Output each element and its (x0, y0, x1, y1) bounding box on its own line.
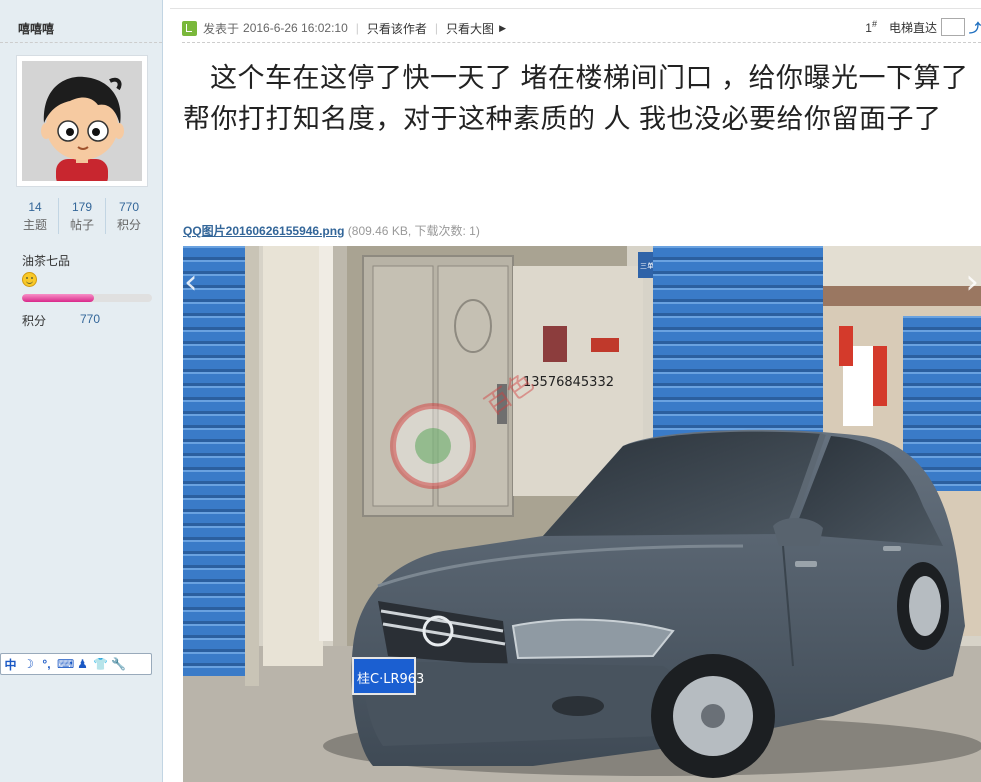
avatar[interactable] (16, 55, 148, 187)
user-stats: 14 主题 179 帖子 770 积分 (12, 198, 152, 234)
post-meta-bar: 发表于 2016-6-26 16:02:10 | 只看该作者 | 只看大图 ▶ (182, 18, 506, 38)
separator: | (355, 21, 359, 35)
floor-number[interactable]: 1# (865, 19, 877, 35)
parked-car-photo: 13576845332 三单元 百色 桂C·LR963 (183, 246, 981, 782)
view-large-link[interactable]: 只看大图 (446, 20, 494, 37)
floor-input[interactable] (940, 18, 965, 36)
license-plate: 桂C·LR963 (357, 672, 424, 687)
shirt-icon[interactable]: 👕 (93, 657, 108, 671)
rank-progress-bar (22, 294, 152, 302)
stat-credits-label: 积分 (116, 218, 141, 232)
credit-label: 积分 (22, 314, 47, 328)
rank-progress-fill (22, 294, 94, 302)
go-arrow-icon[interactable]: ⤴ (969, 19, 981, 36)
post-main: 发表于 2016-6-26 16:02:10 | 只看该作者 | 只看大图 ▶ … (170, 0, 981, 782)
attachment-link[interactable]: QQ图片20160626155946.png (183, 224, 344, 238)
user-rank[interactable]: 油茶七品 (22, 252, 70, 269)
cartoon-avatar-icon (22, 61, 142, 181)
wrench-icon[interactable]: 🔧 (111, 657, 126, 671)
stat-posts-value[interactable]: 179 (59, 198, 105, 216)
punctuation-icon[interactable]: °, (39, 657, 54, 671)
username[interactable]: 嘻嘻嘻 (18, 20, 54, 37)
moon-icon[interactable]: ☽ (21, 657, 36, 671)
post-photo[interactable]: 13576845332 三单元 百色 桂C·LR963 (183, 246, 981, 782)
floor-number-value: 1 (865, 21, 872, 35)
author-only-link[interactable]: 只看该作者 (367, 20, 427, 37)
attachment-meta: (809.46 KB, 下载次数: 1) (347, 224, 480, 238)
posted-prefix: 发表于 (203, 21, 240, 36)
credit-value: 770 (80, 312, 101, 326)
keyboard-icon[interactable]: ⌨ (57, 657, 74, 671)
smiley-icon (22, 272, 37, 287)
prev-image-icon[interactable]: ‹ (184, 262, 198, 302)
divider (0, 42, 162, 43)
attachment-info: QQ图片20160626155946.png (809.46 KB, 下载次数:… (183, 222, 480, 239)
user-icon[interactable]: ♟ (75, 657, 90, 671)
user-info-panel: 嘻嘻嘻 14 主题 179 帖子 770 积分 油茶七品 积分 770 中 ☽ … (0, 0, 163, 782)
stat-posts-label: 帖子 (69, 218, 94, 232)
stat-topics-value[interactable]: 14 (12, 198, 58, 216)
avatar-image (22, 61, 142, 181)
separator: | (434, 21, 439, 35)
post-content: 这个车在这停了快一天了 堵在楼梯间门口 ，给你曝光一下算了 帮你打打知名度，对于… (183, 58, 981, 140)
post-text: 这个车在这停了快一天了 堵在楼梯间门口 ，给你曝光一下算了 帮你打打知名度，对于… (183, 63, 969, 134)
credit-row: 积分 770 (22, 312, 100, 329)
stat-credits[interactable]: 770 积分 (105, 198, 152, 234)
stat-topics[interactable]: 14 主题 (12, 198, 58, 234)
stat-credits-value[interactable]: 770 (106, 198, 152, 216)
play-icon[interactable]: ▶ (499, 23, 506, 34)
posted-time: 2016-6-26 16:02:10 (243, 21, 348, 35)
floor-nav: 1# 电梯直达 ⤴ (865, 18, 981, 36)
divider (170, 8, 981, 9)
ime-toolbar[interactable]: 中 ☽ °, ⌨ ♟ 👕 🔧 (0, 653, 152, 675)
stat-topics-label: 主题 (22, 218, 47, 232)
floor-mark: # (871, 19, 877, 29)
online-status-icon (182, 20, 197, 36)
elevator-label: 电梯直达 (888, 20, 937, 35)
divider (182, 42, 981, 43)
stat-posts[interactable]: 179 帖子 (58, 198, 105, 234)
next-image-icon[interactable]: › (965, 262, 979, 302)
ime-lang-toggle[interactable]: 中 (3, 656, 18, 673)
